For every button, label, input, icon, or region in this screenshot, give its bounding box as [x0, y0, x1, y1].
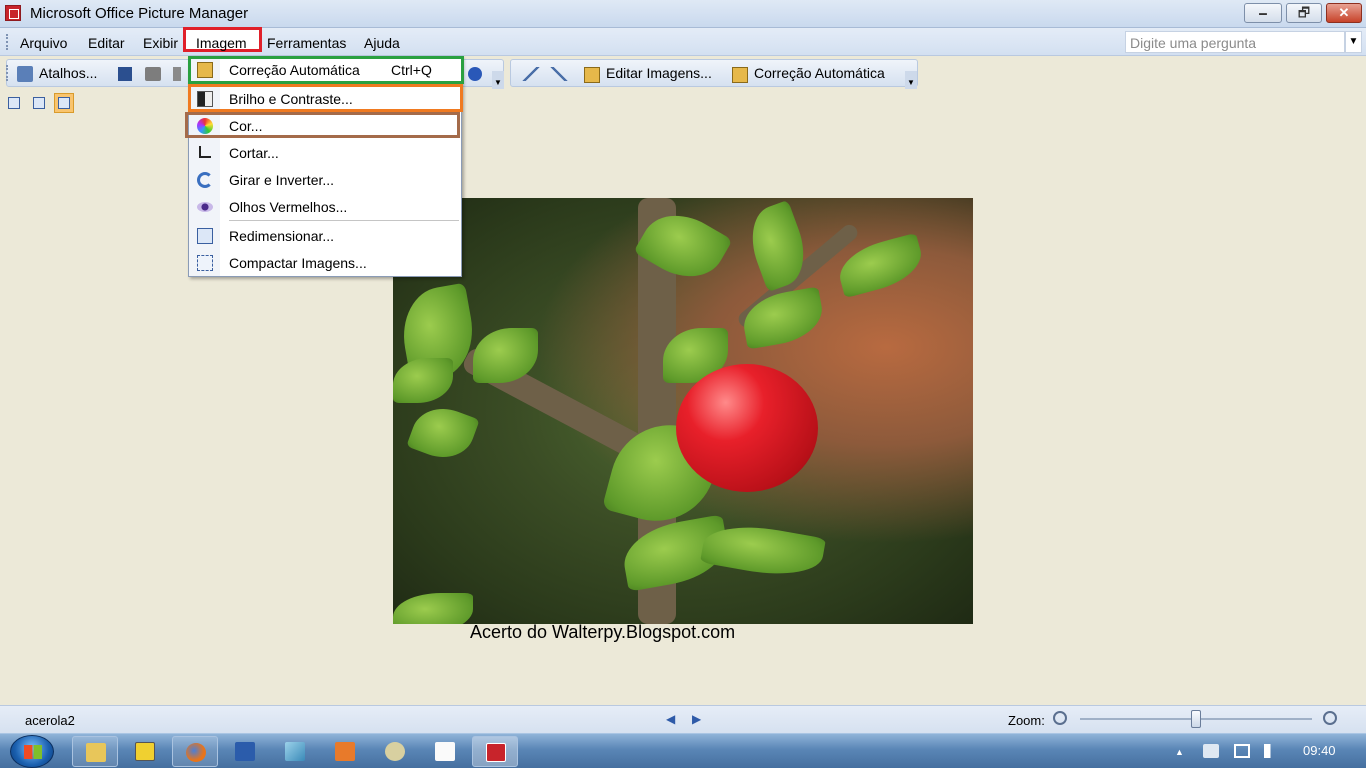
menu-item-resize[interactable]: Redimensionar... — [189, 223, 461, 249]
taskbar-clock[interactable]: 09:40 — [1303, 743, 1336, 758]
edit-images-button[interactable]: Editar Imagens... — [606, 65, 712, 81]
picture-manager-icon — [486, 743, 506, 762]
thumbnail-view-button[interactable] — [4, 93, 24, 113]
title-bar: Microsoft Office Picture Manager 🗕 🗗 ✕ — [0, 0, 1366, 28]
acerola-photo — [393, 198, 973, 624]
toolbar-options-chevron[interactable]: ▼ — [492, 71, 504, 89]
zoom-slider-thumb[interactable] — [1191, 710, 1201, 728]
document-icon — [435, 742, 455, 761]
print-icon[interactable] — [145, 67, 161, 81]
menu-item-compress[interactable]: Compactar Imagens... — [189, 250, 461, 276]
word-icon — [235, 742, 255, 761]
edit-images-icon — [584, 67, 600, 83]
mail-icon[interactable] — [173, 67, 181, 81]
close-button[interactable]: ✕ — [1326, 3, 1362, 23]
toolbar-grip[interactable] — [6, 65, 9, 81]
menu-arquivo[interactable]: Arquivo — [20, 35, 67, 51]
volume-icon[interactable] — [1264, 744, 1280, 758]
app-icon — [285, 742, 305, 761]
current-filename: acerola2 — [25, 713, 75, 728]
help-search-input[interactable]: Digite uma pergunta — [1125, 31, 1345, 53]
menu-item-label: Girar e Inverter... — [229, 172, 335, 188]
brightness-highlight — [188, 84, 463, 112]
windows-taskbar — [0, 733, 1366, 768]
start-button[interactable] — [10, 735, 54, 768]
photo-leaf — [406, 399, 480, 467]
single-picture-view-icon — [58, 97, 70, 109]
color-highlight — [185, 112, 460, 138]
menu-separator — [229, 220, 459, 221]
menu-item-rotate-flip[interactable]: Girar e Inverter... — [189, 167, 461, 193]
menu-item-label: Compactar Imagens... — [229, 255, 367, 271]
previous-picture-icon[interactable]: ◀ — [666, 712, 676, 726]
taskbar-word[interactable] — [222, 736, 268, 767]
menu-item-crop[interactable]: Cortar... — [189, 140, 461, 166]
menu-item-label: Olhos Vermelhos... — [229, 199, 348, 215]
crop-icon — [199, 146, 211, 158]
compress-icon — [197, 255, 213, 271]
taskbar-notepad[interactable] — [422, 736, 468, 767]
picture-manager-icon[interactable] — [5, 5, 21, 21]
menu-item-red-eye[interactable]: Olhos Vermelhos... — [189, 194, 461, 220]
rotate-icon — [197, 172, 213, 188]
shortcuts-icon — [17, 66, 33, 82]
shortcuts-button[interactable]: Atalhos... — [39, 65, 97, 81]
menu-item-label: Redimensionar... — [229, 228, 335, 244]
rotate-right-icon[interactable] — [550, 67, 568, 81]
auto-correct-button[interactable]: Correção Automática — [754, 65, 885, 81]
zoom-in-icon[interactable] — [1323, 711, 1337, 725]
window-title: Microsoft Office Picture Manager — [30, 5, 249, 22]
network-icon[interactable] — [1234, 744, 1250, 758]
photo-leaf — [739, 286, 827, 350]
filmstrip-view-icon — [33, 97, 45, 109]
menu-imagem[interactable]: Imagem — [196, 35, 247, 51]
app-icon — [385, 742, 405, 761]
rotate-left-icon[interactable] — [522, 67, 540, 81]
photo-leaf — [393, 358, 453, 403]
taskbar-picture-manager[interactable] — [472, 736, 518, 767]
taskbar-media[interactable] — [322, 736, 368, 767]
single-picture-view-button[interactable] — [54, 93, 74, 113]
folder-icon — [86, 743, 106, 762]
zoom-label: Zoom: — [1008, 713, 1045, 728]
thumbnail-view-icon — [8, 97, 20, 109]
photo-leaf — [393, 593, 473, 624]
taskbar-app-yellow[interactable] — [122, 736, 168, 767]
menu-item-label: Cortar... — [229, 145, 279, 161]
restore-button[interactable]: 🗗 — [1286, 3, 1322, 23]
help-icon[interactable] — [468, 67, 482, 81]
show-hidden-icons[interactable]: ▲ — [1175, 747, 1185, 757]
menu-ajuda[interactable]: Ajuda — [364, 35, 400, 51]
menu-editar[interactable]: Editar — [88, 35, 125, 51]
red-eye-icon — [197, 202, 213, 212]
media-icon — [335, 742, 355, 761]
app-icon — [135, 742, 155, 761]
taskbar-explorer[interactable] — [72, 736, 118, 767]
menu-grip[interactable] — [6, 34, 9, 50]
auto-correct-highlight — [188, 56, 464, 84]
next-picture-icon[interactable]: ▶ — [692, 712, 702, 726]
taskbar-firefox[interactable] — [172, 736, 218, 767]
firefox-icon — [186, 743, 206, 762]
taskbar-app-blue[interactable] — [272, 736, 318, 767]
menu-exibir[interactable]: Exibir — [143, 35, 178, 51]
safely-remove-icon[interactable] — [1203, 744, 1219, 758]
filmstrip-view-button[interactable] — [29, 93, 49, 113]
toolbar-edit-options-chevron[interactable]: ▼ — [905, 71, 917, 89]
resize-icon — [197, 228, 213, 244]
auto-correct-toolbar-icon — [732, 67, 748, 83]
help-dropdown-arrow[interactable]: ▼ — [1345, 31, 1362, 53]
acerola-fruit — [676, 364, 818, 492]
menu-ferramentas[interactable]: Ferramentas — [267, 35, 346, 51]
zoom-out-icon[interactable] — [1053, 711, 1067, 725]
taskbar-app-bulb[interactable] — [372, 736, 418, 767]
photo-caption: Acerto do Walterpy.Blogspot.com — [470, 622, 736, 642]
save-icon[interactable] — [118, 67, 132, 81]
minimize-button[interactable]: 🗕 — [1244, 3, 1282, 23]
status-bar: acerola2 ◀ ▶ Zoom: — [0, 705, 1366, 733]
